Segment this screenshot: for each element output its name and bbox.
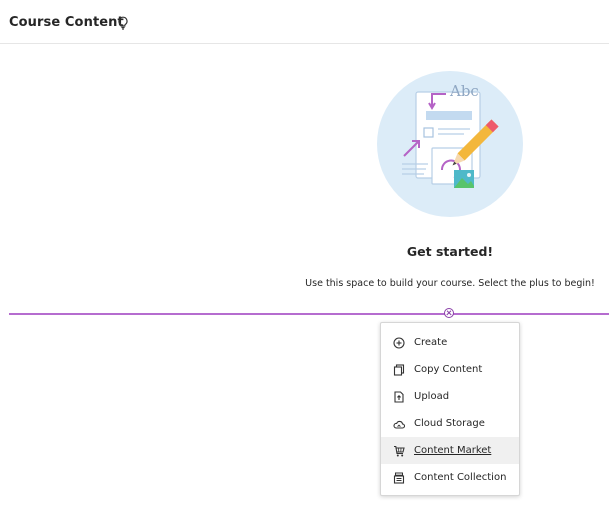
illustration-abc-text: Abc xyxy=(449,82,479,100)
menu-item-cloud-storage[interactable]: Cloud Storage xyxy=(381,410,519,437)
menu-item-label: Content Collection xyxy=(414,472,507,483)
page-header: Course Content xyxy=(0,0,609,44)
upload-icon xyxy=(393,390,405,403)
content-divider-line xyxy=(9,313,609,315)
empty-state-heading: Get started! xyxy=(406,244,494,259)
menu-item-content-collection[interactable]: Content Collection xyxy=(381,464,519,491)
add-content-button[interactable] xyxy=(444,308,454,318)
collection-icon xyxy=(393,472,405,484)
menu-item-copy-content[interactable]: Copy Content xyxy=(381,356,519,383)
copy-icon xyxy=(393,363,405,376)
menu-item-label: Upload xyxy=(414,391,450,402)
lightbulb-icon[interactable] xyxy=(117,15,129,30)
menu-item-content-market[interactable]: Content Market xyxy=(381,437,519,464)
cloud-icon xyxy=(393,418,405,430)
plus-circle-icon xyxy=(393,336,405,349)
menu-item-create[interactable]: Create xyxy=(381,329,519,356)
menu-item-label: Content Market xyxy=(414,445,492,456)
empty-state-illustration: Abc xyxy=(374,68,526,220)
menu-item-label: Copy Content xyxy=(414,364,483,375)
add-content-menu: Create Copy Content Upload Cloud Storage… xyxy=(380,322,520,496)
cart-icon xyxy=(393,445,405,457)
menu-item-upload[interactable]: Upload xyxy=(381,383,519,410)
page-title: Course Content xyxy=(9,15,124,30)
empty-state-message: Use this space to build your course. Sel… xyxy=(305,278,595,289)
menu-item-label: Create xyxy=(414,337,448,348)
menu-item-label: Cloud Storage xyxy=(414,418,485,429)
